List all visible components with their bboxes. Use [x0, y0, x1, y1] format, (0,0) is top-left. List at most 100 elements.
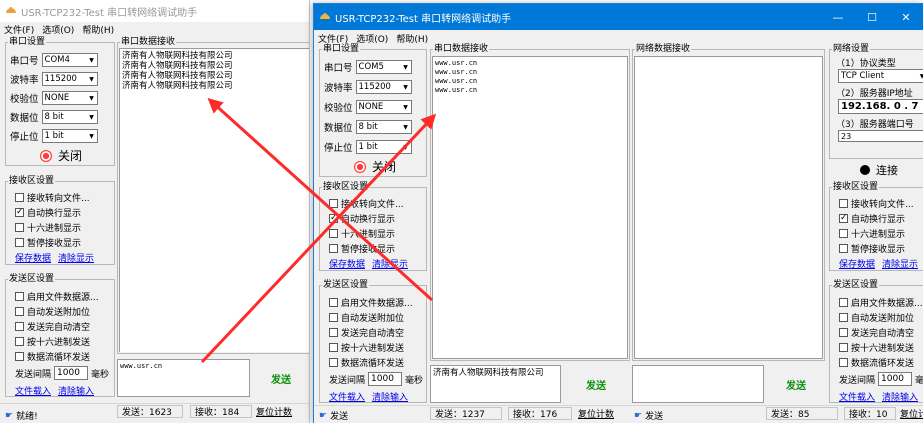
net-pause-recv-checkbox[interactable]: 暂停接收显示 — [839, 242, 905, 255]
parity-select[interactable]: NONE ▼ — [41, 91, 98, 105]
databits-select[interactable]: 8 bit ▼ — [355, 120, 412, 134]
server-ip-value: 192.168. 0 . 7 — [841, 101, 919, 112]
stopbits-select[interactable]: 1 bit ▼ — [355, 140, 412, 154]
net-hex-display-checkbox[interactable]: 十六进制显示 — [839, 227, 905, 240]
file-source-checkbox[interactable]: 启用文件数据源... — [15, 290, 99, 303]
serial-send-input[interactable]: www.usr.cn — [117, 359, 250, 397]
pause-recv-checkbox[interactable]: 暂停接收显示 — [329, 242, 395, 255]
baud-select[interactable]: 115200 ▼ — [41, 72, 98, 86]
net-send-input[interactable] — [632, 365, 764, 403]
port-select[interactable]: COM4 ▼ — [41, 53, 98, 67]
clear-input-link[interactable]: 清除输入 — [372, 390, 408, 403]
serial-send-button[interactable]: 发送 — [564, 366, 628, 402]
menu-bar: 文件(F) 选项(O) 帮助(H) — [0, 22, 309, 36]
databits-label: 数据位 — [10, 113, 39, 124]
save-data-link[interactable]: 保存数据 — [15, 251, 51, 264]
serial-send-input[interactable]: 济南有人物联网科技有限公司 — [430, 365, 561, 403]
menu-options[interactable]: 选项(O) — [356, 32, 388, 45]
group-title: 串口数据接收 — [120, 36, 177, 48]
minimize-button[interactable]: — — [821, 4, 855, 30]
port-select[interactable]: COM5 ▼ — [355, 60, 412, 74]
checkbox-box — [329, 343, 338, 352]
auto-append-checkbox[interactable]: 自动发送附加位 — [329, 311, 404, 324]
loop-send-checkbox[interactable]: 数据流循环发送 — [329, 356, 404, 369]
protocol-select[interactable]: TCP Client ▼ — [838, 69, 923, 83]
close-window-button[interactable]: ✕ — [889, 4, 923, 30]
close-port-label: 关闭 — [58, 149, 83, 163]
stopbits-label: 停止位 — [10, 132, 39, 143]
net-auto-append-checkbox[interactable]: 自动发送附加位 — [839, 311, 914, 324]
server-ip-input[interactable]: 192.168. 0 . 7 — [838, 99, 923, 114]
recv-settings-group: 接收区设置 接收转向文件... 自动换行显示 十六进制显示 暂停接收显示 保存数… — [319, 181, 427, 271]
connect-button[interactable]: 连接 — [860, 162, 898, 178]
reset-count-link[interactable]: 复位计数 — [256, 405, 292, 418]
titlebar[interactable]: USR-TCP232-Test 串口转网络调试助手 — ☐ ✕ — [314, 4, 923, 30]
auto-clear-checkbox[interactable]: 发送完自动清空 — [15, 320, 90, 333]
net-save-data-link[interactable]: 保存数据 — [839, 257, 875, 270]
interval-row: 发送间隔 1000 毫秒 — [15, 366, 109, 380]
server-port-value: 23 — [841, 131, 852, 141]
serial-recv-textarea[interactable]: 济南有人物联网科技有限公司 济南有人物联网科技有限公司 济南有人物联网科技有限公… — [119, 48, 309, 352]
net-clear-input-link[interactable]: 清除输入 — [882, 390, 918, 403]
net-hex-send-checkbox[interactable]: 按十六进制发送 — [839, 341, 914, 354]
hex-send-checkbox[interactable]: 按十六进制发送 — [329, 341, 404, 354]
net-auto-wrap-checkbox[interactable]: 自动换行显示 — [839, 212, 905, 225]
net-interval-input[interactable]: 1000 — [878, 372, 913, 386]
clear-display-link[interactable]: 清除显示 — [58, 251, 94, 264]
window-com4: USR-TCP232-Test 串口转网络调试助手 文件(F) 选项(O) 帮助… — [0, 0, 310, 423]
net-reset-count-link[interactable]: 复位计 — [900, 407, 923, 420]
titlebar[interactable]: USR-TCP232-Test 串口转网络调试助手 — [0, 0, 309, 22]
recv-to-file-checkbox[interactable]: 接收转向文件... — [15, 191, 90, 204]
clear-display-link[interactable]: 清除显示 — [372, 257, 408, 270]
net-file-load-link[interactable]: 文件载入 — [839, 390, 875, 403]
net-recv-to-file-checkbox[interactable]: 接收转向文件... — [839, 197, 914, 210]
checkbox-label: 按十六进制发送 — [851, 344, 915, 354]
net-auto-clear-checkbox[interactable]: 发送完自动清空 — [839, 326, 914, 339]
checkbox-box — [15, 238, 24, 247]
checkbox-box — [15, 337, 24, 346]
auto-wrap-checkbox[interactable]: 自动换行显示 — [329, 212, 395, 225]
net-send-button[interactable]: 发送 — [767, 366, 825, 402]
pause-recv-checkbox[interactable]: 暂停接收显示 — [15, 236, 81, 249]
parity-select[interactable]: NONE ▼ — [355, 100, 412, 114]
reset-count-link[interactable]: 复位计数 — [578, 407, 614, 420]
stopbits-select[interactable]: 1 bit ▼ — [41, 129, 98, 143]
interval-input[interactable]: 1000 — [54, 366, 89, 380]
hex-send-checkbox[interactable]: 按十六进制发送 — [15, 335, 90, 348]
group-title: 发送区设置 — [8, 273, 56, 285]
hex-display-checkbox[interactable]: 十六进制显示 — [329, 227, 395, 240]
server-port-input[interactable]: 23 — [838, 130, 923, 142]
net-sent-count: 发送：85 — [766, 407, 838, 420]
file-load-link[interactable]: 文件载入 — [329, 390, 365, 403]
file-source-checkbox[interactable]: 启用文件数据源... — [329, 296, 413, 309]
menu-help[interactable]: 帮助(H) — [396, 32, 428, 45]
auto-clear-checkbox[interactable]: 发送完自动清空 — [329, 326, 404, 339]
checkbox-box — [15, 292, 24, 301]
net-clear-display-link[interactable]: 清除显示 — [882, 257, 918, 270]
file-load-link[interactable]: 文件载入 — [15, 384, 51, 397]
net-file-source-checkbox[interactable]: 启用文件数据源... — [839, 296, 923, 309]
interval-input[interactable]: 1000 — [368, 372, 403, 386]
net-recv-textarea[interactable] — [634, 56, 823, 359]
close-port-button[interactable]: 关闭 — [40, 147, 82, 164]
hex-display-checkbox[interactable]: 十六进制显示 — [15, 221, 81, 234]
close-port-button[interactable]: 关闭 — [354, 158, 396, 175]
net-loop-send-checkbox[interactable]: 数据流循环发送 — [839, 356, 914, 369]
menu-file[interactable]: 文件(F) — [4, 23, 34, 36]
baud-select[interactable]: 115200 ▼ — [355, 80, 412, 94]
checkbox-label: 自动换行显示 — [341, 215, 396, 225]
interval-label: 发送间隔 — [839, 375, 876, 386]
send-button[interactable]: 发送 — [254, 360, 308, 396]
save-data-link[interactable]: 保存数据 — [329, 257, 365, 270]
loop-send-checkbox[interactable]: 数据流循环发送 — [15, 350, 90, 363]
auto-append-checkbox[interactable]: 自动发送附加位 — [15, 305, 90, 318]
checkbox-box — [329, 358, 338, 367]
serial-recv-textarea[interactable]: www.usr.cn www.usr.cn www.usr.cn www.usr… — [432, 56, 628, 359]
menu-help[interactable]: 帮助(H) — [82, 23, 114, 36]
clear-input-link[interactable]: 清除输入 — [58, 384, 94, 397]
auto-wrap-checkbox[interactable]: 自动换行显示 — [15, 206, 81, 219]
recv-to-file-checkbox[interactable]: 接收转向文件... — [329, 197, 404, 210]
databits-select[interactable]: 8 bit ▼ — [41, 110, 98, 124]
menu-options[interactable]: 选项(O) — [42, 23, 74, 36]
maximize-button[interactable]: ☐ — [855, 4, 889, 30]
